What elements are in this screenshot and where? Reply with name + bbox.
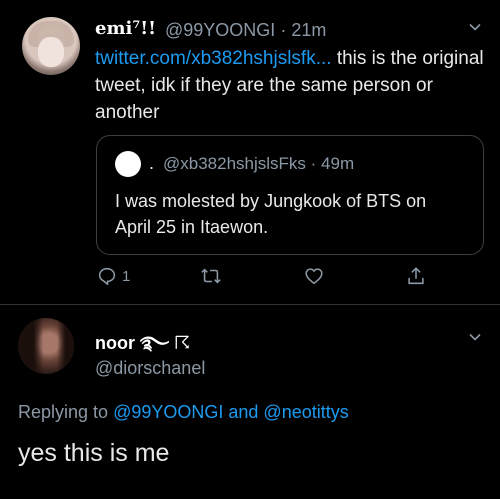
avatar-face [38,37,64,67]
tweet-text: twitter.com/xb382hshjslsfk... this is th… [95,45,485,126]
quoted-separator: . [149,153,155,173]
reply-text: yes this is me [18,439,170,467]
share-button[interactable] [405,262,427,290]
reply-display-name[interactable]: noor ࿐ ☈ [95,332,190,354]
reply-avatar[interactable] [18,318,74,374]
mention-neotittys[interactable]: @neotittys [263,402,348,422]
replying-prefix: Replying to [18,402,114,422]
reply-avatar-hair [18,318,74,374]
action-bar: 1 [96,262,436,290]
chevron-down-icon[interactable] [468,330,482,344]
replying-to: Replying to @99YOONGI and @neotittys [18,400,349,424]
chevron-down-icon[interactable] [468,20,482,34]
share-icon [408,267,424,285]
reply-icon [98,267,116,286]
retweet-button[interactable] [200,262,222,290]
mention-99yoongi[interactable]: @99YOONGI [113,402,223,422]
like-button[interactable] [303,262,325,290]
divider [0,304,500,305]
like-icon [305,268,323,285]
reply-button[interactable]: 1 [96,262,130,290]
quoted-text: I was molested by Jungkook of BTS on Apr… [115,191,427,237]
avatar[interactable] [22,17,80,75]
retweet-icon [201,268,221,284]
replying-and: and [223,402,264,422]
timestamp[interactable]: · 21m [280,20,326,40]
reply-handle[interactable]: @diorschanel [95,357,205,379]
tweet-link[interactable]: twitter.com/xb382hshjslsfk... [95,48,332,69]
quoted-tweet[interactable]: . @xb382hshjslsFks · 49m I was molested … [96,135,484,255]
quoted-avatar[interactable] [115,151,141,177]
handle-and-time[interactable]: @99YOONGI · 21m [165,19,326,41]
display-name[interactable]: emi⁷!! [95,18,156,40]
reply-count: 1 [122,267,131,285]
handle[interactable]: @99YOONGI [165,20,275,40]
quoted-handle[interactable]: @xb382hshjslsFks · 49m [163,152,354,176]
